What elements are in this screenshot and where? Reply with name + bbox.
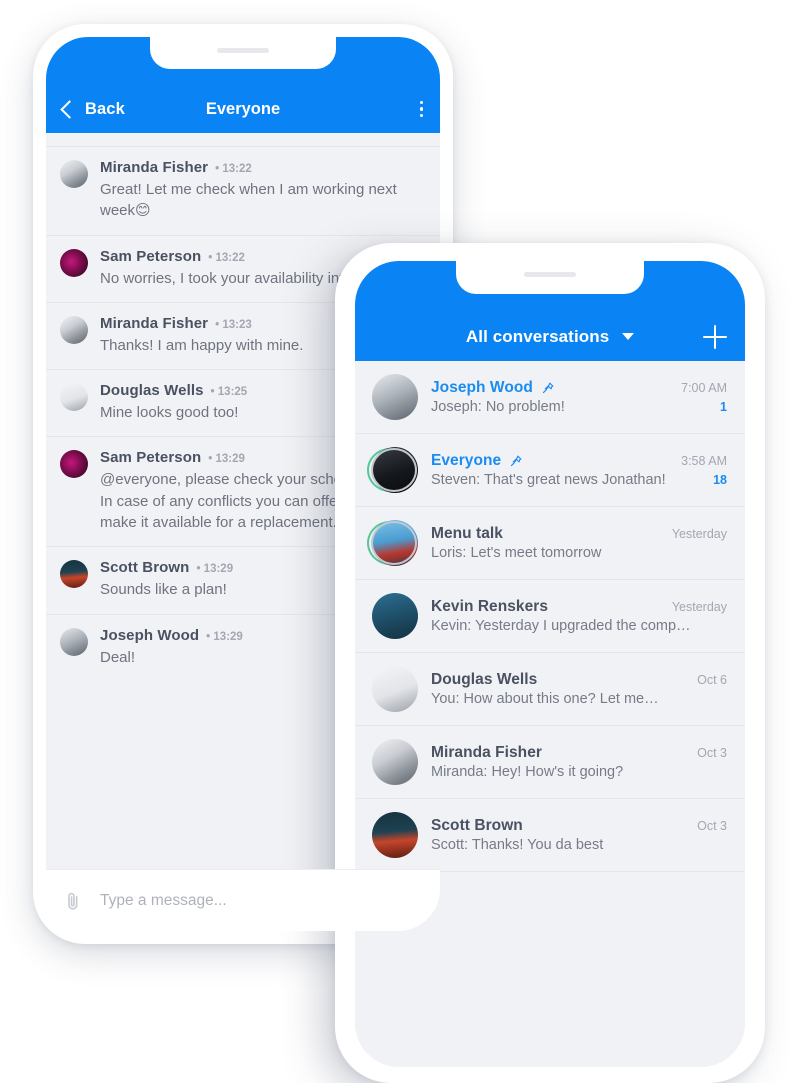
conversation-preview: Loris: Let's meet tomorrow [431, 545, 602, 561]
avatar [60, 383, 88, 412]
avatar [372, 739, 418, 785]
avatar [60, 315, 88, 344]
kebab-menu-icon[interactable] [419, 100, 423, 118]
message-time: 13:23 [215, 319, 251, 331]
conversation-list-item[interactable]: Scott Brown Oct 3 Scott: Thanks! You da be… [355, 799, 745, 872]
conversation-time: Oct 6 [697, 673, 727, 687]
pin-icon [509, 454, 523, 468]
speaker-slit [524, 272, 576, 277]
plus-icon[interactable] [703, 325, 727, 349]
message-sender: Sam Peterson [100, 247, 202, 265]
chat-message: Miranda Fisher 13:22 Great! Let me check w… [46, 146, 440, 235]
message-time: 13:29 [196, 563, 233, 575]
message-time: 13:22 [215, 163, 251, 175]
message-sender: Sam Peterson [100, 449, 202, 467]
conversation-list[interactable]: Joseph Wood 7:00 AM Joseph: No problem! 1 Ev… [355, 361, 745, 1067]
conversation-name: Douglas Wells [431, 671, 538, 688]
message-time: 13:25 [211, 386, 247, 398]
conversation-preview: Joseph: No problem! [431, 399, 565, 415]
unread-badge: 1 [720, 400, 727, 414]
conversation-time: 7:00 AM [681, 381, 727, 395]
avatar [60, 248, 88, 277]
conversation-list-item[interactable]: Joseph Wood 7:00 AM Joseph: No problem! 1 [355, 361, 745, 434]
pin-icon [541, 381, 555, 395]
avatar [367, 447, 418, 493]
avatar [372, 666, 418, 712]
conversation-list-item[interactable]: Menu talk Yesterday Loris: Let's meet tomo… [355, 507, 745, 580]
conversation-time: Oct 3 [697, 746, 727, 760]
phone-notch-back [150, 37, 336, 69]
conversation-time: Yesterday [671, 600, 727, 614]
thread-title: Everyone [205, 99, 281, 118]
message-sender: Miranda Fisher [100, 159, 209, 176]
conversation-list-item[interactable]: Douglas Wells Oct 6 You: How about this on… [355, 653, 745, 726]
conversation-name: Everyone [431, 452, 502, 469]
message-composer[interactable]: Type a message... [46, 869, 440, 931]
conversation-list-item[interactable]: Miranda Fisher Oct 3 Miranda: Hey! How's i… [355, 726, 745, 799]
conversation-time: Yesterday [671, 527, 727, 541]
conversation-time: Oct 3 [697, 819, 727, 833]
conversation-name: Scott Brown [431, 817, 523, 834]
speaker-slit [217, 48, 269, 53]
message-time: 13:29 [206, 631, 242, 643]
avatar [372, 812, 418, 858]
avatar [372, 593, 418, 639]
chevron-down-icon [622, 333, 635, 340]
message-sender: Douglas Wells [100, 382, 204, 400]
back-button-label: Back [85, 99, 125, 118]
avatar [60, 160, 88, 188]
conversation-preview: Steven: That's great news Jonathan! [431, 472, 666, 488]
message-text: Great! Let me check when I am working ne… [100, 181, 401, 220]
conversation-preview: Miranda: Hey! How's it going? [431, 764, 624, 780]
unread-badge: 18 [713, 473, 727, 487]
avatar [60, 450, 88, 479]
conversation-name: Menu talk [431, 525, 503, 542]
phone-notch-front [456, 261, 644, 294]
chevron-left-icon [60, 99, 79, 119]
paperclip-icon[interactable] [62, 890, 84, 912]
avatar [60, 560, 88, 589]
conversation-name: Kevin Renskers [431, 598, 549, 615]
message-sender: Joseph Wood [100, 626, 200, 644]
message-input-placeholder[interactable]: Type a message... [100, 892, 424, 910]
conversation-name: Miranda Fisher [431, 744, 542, 761]
conversation-list-item[interactable]: Kevin Renskers Yesterday Kevin: Yesterday … [355, 580, 745, 653]
conversation-list-screen: All conversations Joseph Wood 7:00 AM Jose… [355, 261, 745, 1067]
avatar [60, 627, 88, 656]
conversation-name: Joseph Wood [431, 379, 533, 396]
avatar [372, 374, 418, 420]
avatar [367, 520, 418, 566]
conversation-time: 3:58 AM [681, 454, 727, 468]
message-time: 13:29 [208, 453, 244, 465]
back-button[interactable]: Back [60, 99, 125, 119]
message-sender: Scott Brown [100, 559, 190, 577]
conversation-list-item[interactable]: Everyone 3:58 AM Steven: That's great news… [355, 434, 745, 507]
phone-conversation-list: All conversations Joseph Wood 7:00 AM Jose… [335, 243, 765, 1083]
conversation-preview: Kevin: Yesterday I upgraded the comp… [431, 618, 691, 634]
conversation-preview: You: How about this one? Let me… [431, 691, 659, 707]
conversation-filter-button[interactable]: All conversations [465, 327, 635, 347]
conversation-filter-label: All conversations [465, 327, 610, 346]
message-sender: Miranda Fisher [100, 314, 209, 332]
message-time: 13:22 [208, 252, 244, 264]
conversation-preview: Scott: Thanks! You da best [431, 837, 604, 853]
